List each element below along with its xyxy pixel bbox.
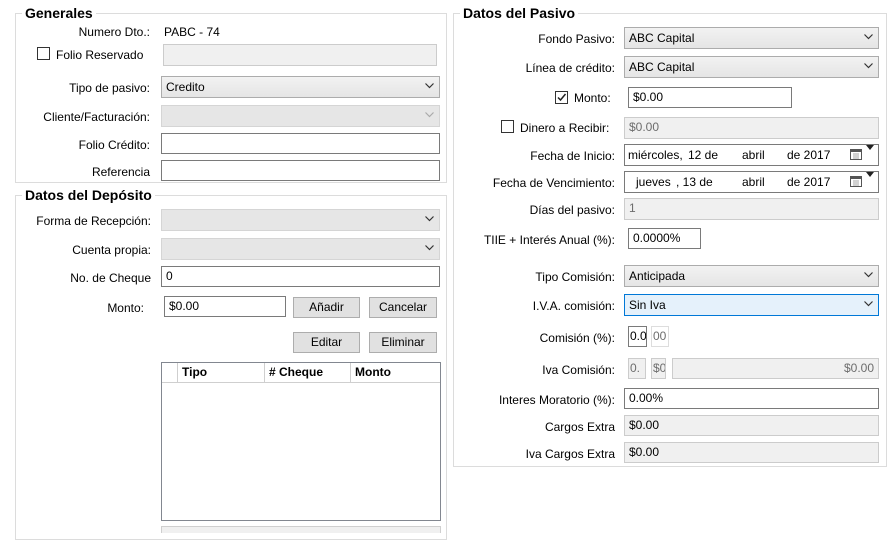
fondo-pasivo-value: ABC Capital: [629, 31, 695, 45]
generales-title: Generales: [22, 5, 96, 21]
depositos-grid[interactable]: Tipo # Cheque Monto: [161, 362, 441, 521]
chevron-down-icon: [864, 63, 873, 71]
grid-scrollbar-stub[interactable]: [161, 526, 441, 533]
forma-recepcion-select[interactable]: [161, 209, 440, 231]
fecha-venc-label: Fecha de Vencimiento:: [492, 176, 615, 190]
cliente-facturacion-select[interactable]: [161, 105, 440, 127]
iva-comision2-b: $0: [651, 358, 666, 379]
chevron-down-icon: [425, 112, 434, 120]
numero-dto-value: PABC - 74: [164, 25, 220, 39]
pasivo-title: Datos del Pasivo: [460, 5, 579, 21]
anadir-button[interactable]: Añadir: [293, 297, 360, 318]
grid-header: Tipo # Cheque Monto: [162, 363, 440, 383]
linea-credito-value: ABC Capital: [629, 60, 695, 74]
fecha-venc-month: abril: [742, 175, 765, 189]
tipo-pasivo-label: Tipo de pasivo:: [69, 81, 150, 95]
calendar-icon[interactable]: [850, 149, 862, 160]
chevron-down-icon: [864, 301, 873, 309]
tipo-pasivo-value: Credito: [166, 80, 205, 94]
comision-input[interactable]: 0.0: [628, 326, 647, 347]
cuenta-propia-label: Cuenta propia:: [72, 243, 151, 257]
tiie-input[interactable]: 0.0000%: [628, 228, 701, 249]
dias-label: Días del pasivo:: [529, 203, 615, 217]
fecha-venc-weekday: jueves: [636, 175, 671, 189]
interes-moratorio-input[interactable]: 0.00%: [624, 388, 879, 409]
iva-comision2-label: Iva Comisión:: [542, 363, 615, 377]
dinero-recibir-input: $0.00: [624, 117, 879, 139]
cuenta-propia-select[interactable]: [161, 238, 440, 260]
folio-credito-label: Folio Crédito:: [78, 138, 150, 152]
cliente-facturacion-label: Cliente/Facturación:: [43, 110, 150, 124]
grid-col-tipo[interactable]: Tipo: [178, 363, 265, 382]
tipo-pasivo-select[interactable]: Credito: [161, 76, 440, 98]
deposito-title: Datos del Depósito: [22, 187, 155, 203]
chevron-down-icon: [864, 272, 873, 280]
no-cheque-input[interactable]: 0: [161, 266, 440, 287]
referencia-label: Referencia: [91, 165, 150, 179]
cargos-extra-label: Cargos Extra: [544, 420, 615, 434]
fecha-venc-year: de 2017: [787, 175, 831, 189]
comision-input-secondary: 00: [651, 326, 669, 347]
fecha-inicio-month: abril: [742, 148, 765, 162]
linea-credito-select[interactable]: ABC Capital: [624, 56, 879, 78]
iva-comision2-total: $0.00: [672, 358, 879, 379]
comision-label: Comisión (%):: [539, 331, 615, 345]
calendar-icon[interactable]: [850, 176, 862, 187]
fondo-pasivo-label: Fondo Pasivo:: [538, 32, 615, 46]
tipo-comision-select[interactable]: Anticipada: [624, 265, 879, 287]
fondo-pasivo-select[interactable]: ABC Capital: [624, 27, 879, 49]
folio-reservado-field: [163, 44, 437, 66]
cargos-extra-input: $0.00: [624, 415, 879, 436]
fecha-inicio-picker[interactable]: miércoles, 12 de abril de 2017: [624, 144, 879, 166]
editar-button[interactable]: Editar: [293, 332, 360, 353]
linea-credito-label: Línea de crédito:: [525, 61, 615, 75]
dias-input: 1: [624, 198, 879, 220]
deposito-monto-label: Monto:: [107, 301, 144, 315]
chevron-down-icon[interactable]: [866, 172, 874, 177]
forma-recepcion-label: Forma de Recepción:: [36, 214, 151, 228]
eliminar-button[interactable]: Eliminar: [369, 332, 437, 353]
grid-col-cheque[interactable]: # Cheque: [265, 363, 351, 382]
folio-credito-input[interactable]: [161, 133, 440, 154]
fecha-inicio-day: 12 de: [688, 148, 719, 162]
cancelar-button[interactable]: Cancelar: [369, 297, 437, 318]
iva-cargos-extra-input: $0.00: [624, 442, 879, 463]
fecha-inicio-weekday: miércoles,: [628, 148, 683, 162]
chevron-down-icon: [425, 216, 434, 224]
fecha-inicio-label: Fecha de Inicio:: [530, 149, 615, 163]
fecha-inicio-year: de 2017: [787, 148, 831, 162]
dinero-recibir-checkbox[interactable]: [501, 120, 514, 133]
tipo-comision-value: Anticipada: [629, 269, 686, 283]
pasivo-monto-input[interactable]: $0.00: [628, 87, 792, 108]
chevron-down-icon: [425, 83, 434, 91]
numero-dto-label: Numero Dto.:: [78, 25, 150, 39]
chevron-down-icon: [425, 245, 434, 253]
iva-comision-label: I.V.A. comisión:: [532, 299, 615, 313]
no-cheque-label: No. de Cheque: [70, 271, 151, 285]
interes-moratorio-label: Interes Moratorio (%):: [498, 393, 615, 407]
monto-checkbox[interactable]: [555, 91, 568, 104]
grid-col-monto[interactable]: Monto: [351, 363, 440, 382]
iva-comision2-a: 0.: [628, 358, 646, 379]
fecha-venc-picker[interactable]: jueves , 13 de abril de 2017: [624, 171, 879, 193]
referencia-input[interactable]: [161, 160, 440, 181]
iva-comision-value: Sin Iva: [629, 298, 666, 312]
tipo-comision-label: Tipo Comisión:: [535, 270, 615, 284]
fecha-venc-day: , 13 de: [676, 175, 713, 189]
folio-reservado-label: Folio Reservado: [56, 48, 144, 62]
checkmark-icon: [557, 93, 567, 102]
folio-reservado-checkbox[interactable]: [37, 47, 50, 60]
pasivo-monto-label: Monto:: [574, 91, 611, 105]
chevron-down-icon[interactable]: [866, 145, 874, 150]
grid-row-header-cell: [162, 363, 178, 382]
dinero-recibir-label: Dinero a Recibir:: [520, 121, 610, 135]
deposito-monto-input[interactable]: $0.00: [164, 296, 286, 317]
chevron-down-icon: [864, 34, 873, 42]
iva-cargos-extra-label: Iva Cargos Extra: [525, 447, 615, 461]
tiie-label: TIIE + Interés Anual (%):: [483, 233, 615, 247]
iva-comision-select[interactable]: Sin Iva: [624, 294, 879, 316]
